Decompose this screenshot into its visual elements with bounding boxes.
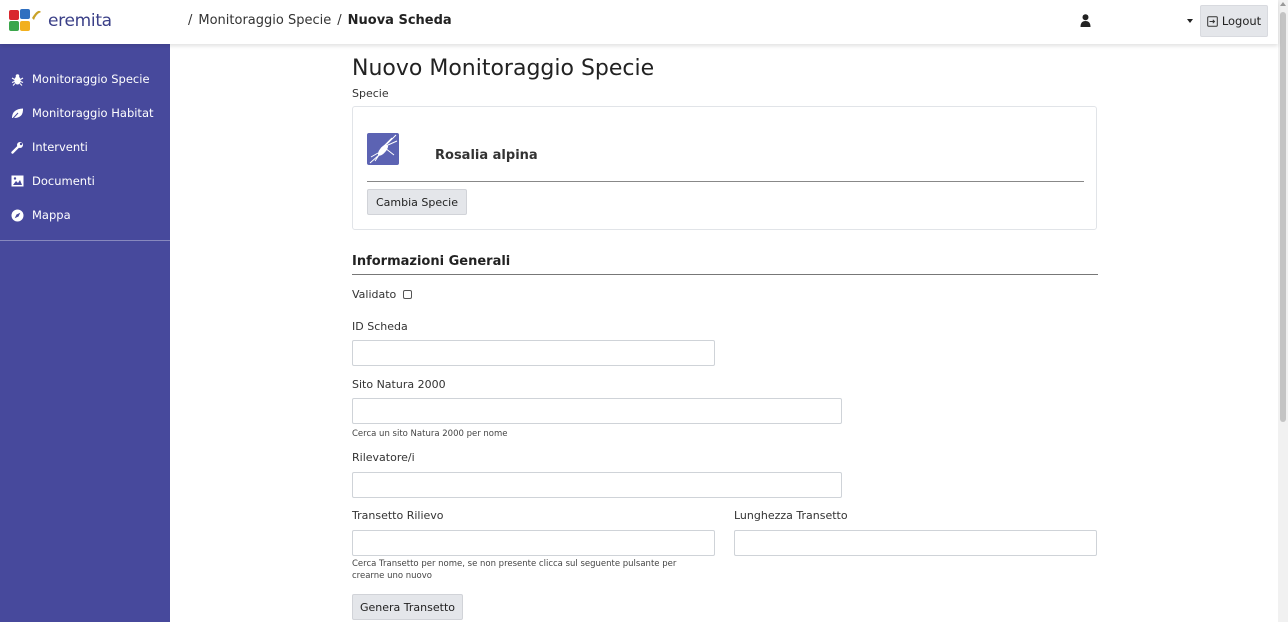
species-divider — [367, 181, 1084, 182]
sidebar-item-mappa[interactable]: Mappa — [0, 198, 170, 232]
species-name: Rosalia alpina — [435, 148, 538, 163]
breadcrumb-separator: / — [337, 13, 342, 28]
section-title-general-info: Informazioni Generali — [352, 254, 511, 269]
section-divider — [352, 274, 1098, 275]
logout-icon — [1207, 15, 1218, 27]
validated-label: Validato — [352, 288, 397, 301]
transetto-help: Cerca Transetto per nome, se non present… — [352, 558, 732, 582]
sidebar-item-monitoraggio-specie[interactable]: Monitoraggio Specie — [0, 62, 170, 96]
page-title: Nuovo Monitoraggio Specie — [352, 56, 655, 81]
logout-button[interactable]: Logout — [1200, 5, 1268, 37]
breadcrumb: / Monitoraggio Specie / Nuova Scheda — [188, 13, 452, 28]
top-bar: eremita / Monitoraggio Specie / Nuova Sc… — [0, 0, 1278, 44]
scroll-up-arrow-icon[interactable] — [1280, 2, 1286, 6]
bug-icon — [10, 72, 24, 86]
user-icon[interactable] — [1080, 14, 1091, 27]
validated-checkbox[interactable] — [403, 290, 412, 299]
sidebar-item-interventi[interactable]: Interventi — [0, 130, 170, 164]
sidebar-item-label: Mappa — [32, 208, 71, 222]
sidebar-item-monitoraggio-habitat[interactable]: Monitoraggio Habitat — [0, 96, 170, 130]
logout-label: Logout — [1221, 14, 1262, 28]
wrench-icon — [10, 140, 24, 154]
rilevatore-label: Rilevatore/i — [352, 451, 415, 464]
breadcrumb-separator: / — [188, 13, 193, 28]
lunghezza-transetto-label: Lunghezza Transetto — [734, 509, 848, 522]
logo-text: eremita — [48, 11, 112, 31]
transetto-help-line: crearne uno nuovo — [352, 571, 432, 581]
sidebar-item-documenti[interactable]: Documenti — [0, 164, 170, 198]
sito-natura-input[interactable] — [352, 398, 842, 424]
sito-natura-label: Sito Natura 2000 — [352, 378, 446, 391]
species-image — [367, 133, 399, 165]
user-menu-caret-icon[interactable] — [1187, 19, 1193, 23]
scroll-thumb[interactable] — [1280, 12, 1286, 422]
generate-transect-button[interactable]: Genera Transetto — [352, 594, 463, 620]
transetto-help-line: Cerca Transetto per nome, se non present… — [352, 559, 677, 569]
breadcrumb-item-monitoraggio-specie[interactable]: Monitoraggio Specie — [198, 13, 331, 28]
change-species-button[interactable]: Cambia Specie — [367, 189, 467, 215]
sidebar-item-label: Monitoraggio Specie — [32, 72, 150, 86]
sidebar: Monitoraggio Specie Monitoraggio Habitat… — [0, 44, 170, 622]
lunghezza-transetto-input[interactable] — [734, 530, 1097, 556]
id-scheda-label: ID Scheda — [352, 320, 408, 333]
logo-mark-icon — [9, 9, 41, 31]
leaf-icon — [10, 106, 24, 120]
compass-icon — [10, 208, 24, 222]
transetto-input[interactable] — [352, 530, 715, 556]
id-scheda-input[interactable] — [352, 340, 715, 366]
sidebar-item-label: Monitoraggio Habitat — [32, 106, 154, 120]
species-label: Specie — [352, 87, 389, 100]
species-card: Rosalia alpina Cambia Specie — [352, 106, 1097, 230]
breadcrumb-current: Nuova Scheda — [347, 13, 452, 28]
sito-natura-help: Cerca un sito Natura 2000 per nome — [352, 429, 508, 439]
app-logo[interactable]: eremita — [8, 4, 168, 38]
sidebar-item-label: Documenti — [32, 174, 95, 188]
page-scrollbar[interactable] — [1278, 0, 1288, 622]
sidebar-item-label: Interventi — [32, 140, 88, 154]
sidebar-divider — [0, 240, 170, 241]
image-icon — [10, 174, 24, 188]
transetto-label: Transetto Rilievo — [352, 509, 444, 522]
rilevatore-input[interactable] — [352, 472, 842, 498]
sidebar-nav: Monitoraggio Specie Monitoraggio Habitat… — [0, 44, 170, 232]
